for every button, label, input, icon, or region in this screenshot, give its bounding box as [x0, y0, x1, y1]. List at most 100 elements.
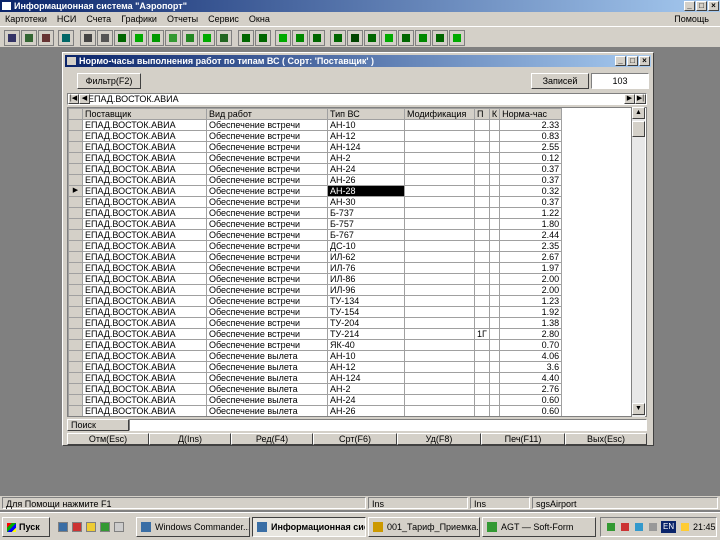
table-row[interactable]: ЕПАД.ВОСТОК.АВИА Обеспечение встречи ТУ-21…	[68, 328, 563, 340]
cell-aircraft-type[interactable]: Б-737	[327, 207, 405, 219]
cell-k[interactable]	[488, 185, 501, 197]
cell-supplier[interactable]: ЕПАД.ВОСТОК.АВИА	[82, 196, 207, 208]
cell-p[interactable]	[474, 251, 490, 263]
cell-modification[interactable]	[404, 339, 475, 351]
cell-work-type[interactable]: Обеспечение встречи	[206, 119, 328, 131]
cell-supplier[interactable]: ЕПАД.ВОСТОК.АВИА	[82, 185, 207, 197]
cell-work-type[interactable]: Обеспечение встречи	[206, 295, 328, 307]
row-indicator[interactable]	[68, 163, 83, 175]
child-close-button[interactable]: ×	[639, 56, 650, 66]
table-row[interactable]: ЕПАД.ВОСТОК.АВИА Обеспечение встречи ИЛ-96…	[68, 284, 563, 296]
cell-modification[interactable]	[404, 119, 475, 131]
start-button[interactable]: Пуск	[2, 517, 50, 537]
table-row[interactable]: ЕПАД.ВОСТОК.АВИА Обеспечение встречи АН-30…	[68, 196, 563, 208]
cell-norm-hours[interactable]: 0.12	[499, 152, 563, 164]
cell-p[interactable]	[474, 229, 490, 241]
cell-norm-hours[interactable]: 1.38	[499, 317, 563, 329]
row-indicator[interactable]	[68, 339, 83, 351]
cell-supplier[interactable]: ЕПАД.ВОСТОК.АВИА	[82, 306, 207, 318]
cell-work-type[interactable]: Обеспечение вылета	[206, 361, 328, 373]
cell-aircraft-type[interactable]: ИЛ-76	[327, 262, 405, 274]
cell-supplier[interactable]: ЕПАД.ВОСТОК.АВИА	[82, 295, 207, 307]
cell-k[interactable]	[488, 339, 501, 351]
table-row[interactable]: ЕПАД.ВОСТОК.АВИА Обеспечение встречи ТУ-15…	[68, 306, 563, 318]
nav-prev-button[interactable]: ◀	[79, 94, 90, 104]
cell-supplier[interactable]: ЕПАД.ВОСТОК.АВИА	[82, 361, 207, 373]
cell-norm-hours[interactable]: 0.37	[499, 163, 563, 175]
cell-k[interactable]	[488, 383, 501, 395]
cell-supplier[interactable]: ЕПАД.ВОСТОК.АВИА	[82, 207, 207, 219]
search-input[interactable]	[129, 419, 647, 431]
tray-icon-3[interactable]	[635, 523, 643, 531]
cell-supplier[interactable]: ЕПАД.ВОСТОК.АВИА	[82, 152, 207, 164]
cell-supplier[interactable]: ЕПАД.ВОСТОК.АВИА	[82, 240, 207, 252]
cell-norm-hours[interactable]: 2.00	[499, 273, 563, 285]
cell-k[interactable]	[488, 196, 501, 208]
row-indicator[interactable]	[68, 295, 83, 307]
edit-button[interactable]: Ред(F4)	[231, 433, 313, 445]
child-minimize-button[interactable]: _	[615, 56, 626, 66]
table-row[interactable]: ЕПАД.ВОСТОК.АВИА Обеспечение встречи Б-757…	[68, 218, 563, 230]
cell-norm-hours[interactable]: 0.83	[499, 130, 563, 142]
row-indicator[interactable]	[68, 317, 83, 329]
cell-aircraft-type[interactable]: АН-30	[327, 196, 405, 208]
tool-exit-icon[interactable]	[449, 30, 465, 46]
cell-work-type[interactable]: Обеспечение встречи	[206, 152, 328, 164]
cell-aircraft-type[interactable]: ТУ-204	[327, 317, 405, 329]
tool-chart-icon[interactable]	[58, 30, 74, 46]
row-indicator[interactable]	[68, 152, 83, 164]
tool-tools-icon[interactable]	[275, 30, 291, 46]
tool-plane-icon[interactable]	[114, 30, 130, 46]
tool-book-icon[interactable]	[80, 30, 96, 46]
cell-p[interactable]	[474, 185, 490, 197]
table-row[interactable]: ЕПАД.ВОСТОК.АВИА Обеспечение встречи Б-767…	[68, 229, 563, 241]
cell-norm-hours[interactable]: 2.76	[499, 383, 563, 395]
row-indicator[interactable]	[68, 174, 83, 186]
cell-work-type[interactable]: Обеспечение встречи	[206, 218, 328, 230]
tool-table-icon[interactable]	[4, 30, 20, 46]
scroll-down-button[interactable]: ▼	[632, 403, 645, 415]
row-indicator[interactable]	[68, 328, 83, 340]
cell-supplier[interactable]: ЕПАД.ВОСТОК.АВИА	[82, 394, 207, 406]
row-indicator[interactable]	[68, 196, 83, 208]
cell-p[interactable]	[474, 284, 490, 296]
cell-norm-hours[interactable]: 1.97	[499, 262, 563, 274]
cell-aircraft-type[interactable]: ИЛ-62	[327, 251, 405, 263]
cell-k[interactable]	[488, 152, 501, 164]
cell-modification[interactable]	[404, 141, 475, 153]
cell-work-type[interactable]: Обеспечение встречи	[206, 196, 328, 208]
table-row[interactable]: ЕПАД.ВОСТОК.АВИА Обеспечение вылета АН-24 0…	[68, 394, 563, 406]
cell-norm-hours[interactable]: 1.23	[499, 295, 563, 307]
cell-modification[interactable]	[404, 229, 475, 241]
ql-explorer-icon[interactable]	[86, 522, 96, 532]
row-indicator[interactable]	[68, 218, 83, 230]
cell-aircraft-type[interactable]: АН-24	[327, 163, 405, 175]
app-system-icon[interactable]	[2, 2, 11, 10]
menu-service[interactable]: Сервис	[203, 14, 244, 24]
cell-supplier[interactable]: ЕПАД.ВОСТОК.АВИА	[82, 350, 207, 362]
cell-norm-hours[interactable]: 2.44	[499, 229, 563, 241]
cell-aircraft-type[interactable]: ТУ-154	[327, 306, 405, 318]
col-aircraft-type[interactable]: Тип ВС	[327, 108, 405, 120]
add-button[interactable]: Д(Ins)	[149, 433, 231, 445]
menu-accounts[interactable]: Счета	[81, 14, 116, 24]
row-indicator[interactable]	[68, 130, 83, 142]
table-row[interactable]: ЕПАД.ВОСТОК.АВИА Обеспечение встречи ИЛ-86…	[68, 273, 563, 285]
nav-last-button[interactable]: ▶|	[635, 94, 646, 104]
app-titlebar[interactable]: Информационная система "Аэропорт" _ □ ×	[0, 0, 720, 12]
table-row[interactable]: ▶ ЕПАД.ВОСТОК.АВИА Обеспечение встречи АН-2…	[68, 185, 563, 197]
table-row[interactable]: ЕПАД.ВОСТОК.АВИА Обеспечение встречи АН-24…	[68, 163, 563, 175]
col-work-type[interactable]: Вид работ	[206, 108, 328, 120]
cell-k[interactable]	[488, 262, 501, 274]
cell-p[interactable]	[474, 240, 490, 252]
cell-norm-hours[interactable]: 1.22	[499, 207, 563, 219]
cell-aircraft-type[interactable]: АН-12	[327, 130, 405, 142]
cell-p[interactable]	[474, 207, 490, 219]
ql-app-icon[interactable]	[100, 522, 110, 532]
cell-k[interactable]	[488, 130, 501, 142]
cell-norm-hours[interactable]: 2.80	[499, 328, 563, 340]
cell-p[interactable]	[474, 295, 490, 307]
cell-k[interactable]	[488, 405, 501, 416]
ql-other-icon[interactable]	[114, 522, 124, 532]
cell-work-type[interactable]: Обеспечение встречи	[206, 251, 328, 263]
